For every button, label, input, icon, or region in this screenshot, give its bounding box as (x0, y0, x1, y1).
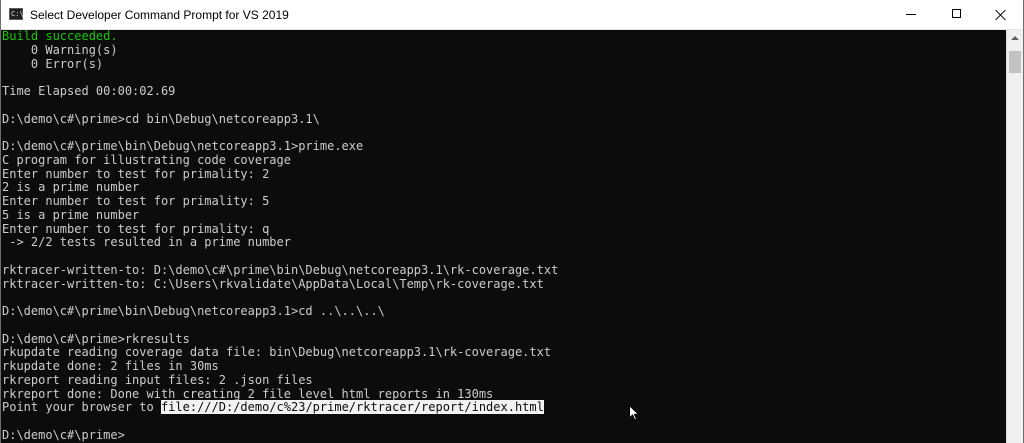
console-line: C program for illustrating code coverage (2, 152, 291, 167)
console-line: rkreport reading input files: 2 .json fi… (2, 372, 313, 387)
close-button[interactable] (978, 0, 1023, 29)
console-line: Build succeeded. (2, 30, 118, 43)
console-line: D:\demo\c#\prime>rkresults (2, 331, 190, 346)
browser-line: Point your browser to file:///D:/demo/c%… (2, 400, 1006, 415)
console-line: Time Elapsed 00:00:02.69 (2, 84, 176, 98)
scrollbar-thumb[interactable] (1009, 51, 1021, 73)
command-prompt-window: C:\ Select Developer Command Prompt for … (0, 0, 1024, 443)
cmd-icon[interactable]: C:\ (9, 8, 24, 20)
console-line: rktracer-written-to: C:\Users\rkvalidate… (2, 276, 544, 291)
window-title: Select Developer Command Prompt for VS 2… (30, 8, 289, 22)
minimize-button[interactable] (888, 0, 934, 29)
scroll-up-button[interactable] (1007, 30, 1023, 47)
console-line: D:\demo\c#\prime\bin\Debug\netcoreapp3.1… (2, 139, 364, 153)
maximize-icon (952, 9, 961, 18)
console-line: 0 Warning(s) (2, 42, 118, 57)
console-line: -> 2/2 tests resulted in a prime number (2, 235, 291, 250)
console-prompt-line[interactable]: D:\demo\c#\prime> (2, 428, 1006, 443)
browser-line-prefix: Point your browser to (2, 400, 161, 415)
console-line: Enter number to test for primality: q (2, 221, 270, 236)
close-icon (995, 9, 1007, 21)
console-line: D:\demo\c#\prime>cd bin\Debug\netcoreapp… (2, 111, 320, 126)
console-output[interactable]: Build succeeded. 0 Warning(s) 0 Error(s)… (1, 30, 1006, 443)
minimize-icon (906, 14, 916, 15)
console-line: 2 is a prime number (2, 180, 140, 195)
console-line: Enter number to test for primality: 2 (2, 166, 270, 181)
console-line: D:\demo\c#\prime\bin\Debug\netcoreapp3.1… (2, 304, 385, 318)
title-bar[interactable]: C:\ Select Developer Command Prompt for … (1, 0, 1023, 30)
maximize-button[interactable] (934, 0, 980, 29)
console-line: Enter number to test for primality: 5 (2, 194, 270, 208)
console-line: rkreport done: Done with creating 2 file… (2, 386, 494, 401)
vertical-scrollbar[interactable] (1006, 30, 1023, 443)
console-line: rkupdate done: 2 files in 30ms (2, 359, 219, 373)
console-line: rkupdate reading coverage data file: bin… (2, 345, 552, 360)
console-line: 5 is a prime number (2, 207, 140, 222)
chevron-up-icon (1011, 36, 1019, 40)
console-line: rktracer-written-to: D:\demo\c#\prime\bi… (2, 262, 559, 277)
report-path-selection[interactable]: file:///D:/demo/c%23/prime/rktracer/repo… (160, 400, 544, 415)
mouse-cursor-icon (629, 405, 639, 421)
console-line: 0 Error(s) (2, 56, 104, 71)
